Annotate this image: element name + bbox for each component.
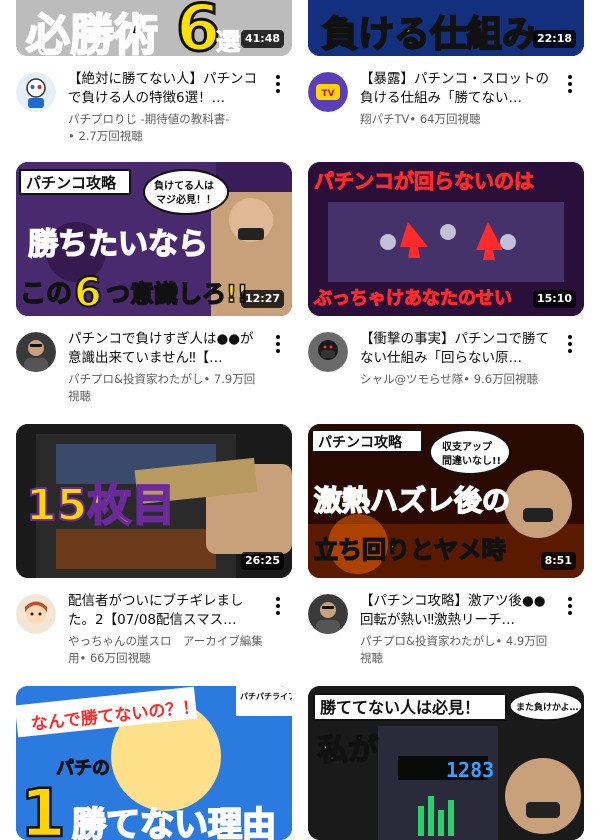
- view-count: • 9.6万回視聴: [463, 372, 539, 386]
- video-title[interactable]: 【衝撃の事実】パチンコで勝てない仕組み「回らない原…: [360, 330, 556, 368]
- thumb-text: 負ける仕組み: [322, 14, 538, 55]
- thumb-text: 15枚目: [26, 480, 175, 531]
- thumb-text: マジ必見！！: [156, 193, 216, 206]
- thumb-text: 収支アップ: [442, 440, 493, 453]
- video-thumbnail[interactable]: パチンコが回らないのは ぶっちゃけあなたのせい 15:10: [308, 162, 584, 316]
- video-card[interactable]: パチンコが回らないのは ぶっちゃけあなたのせい 15:10 【衝撃の事実】パチン…: [308, 162, 584, 416]
- anime-character-avatar-icon[interactable]: [16, 594, 56, 634]
- video-card[interactable]: 15枚目 26:25 配信者がついにブチギレました。2【07/08配信スマス… …: [16, 424, 292, 678]
- channel-label: 翔パチTV: [360, 112, 410, 126]
- video-title[interactable]: パチンコで負けすぎ人は●●が意識出来ていません‼【…: [68, 330, 264, 368]
- video-card[interactable]: 1283 勝ててない人は必見！ また負けかよ… 私が: [308, 686, 584, 840]
- thumb-text: 6: [74, 270, 102, 316]
- more-options-icon[interactable]: [560, 332, 580, 356]
- video-grid: 必勝術 6 選 41:48 【絶対に勝てない人】パチンコで負ける人の特徴6選！……: [0, 0, 600, 840]
- thumb-text: つ意識しろ!!: [106, 280, 248, 308]
- channel-name[interactable]: パチプロ&投資家わたがし• 4.9万回視聴: [360, 633, 556, 667]
- thumb-text: この: [20, 279, 72, 309]
- thumb-text: 勝てない理由: [72, 805, 276, 840]
- more-options-icon[interactable]: [560, 72, 580, 96]
- masked-person-avatar-icon[interactable]: [308, 332, 348, 372]
- video-title[interactable]: 【絶対に勝てない人】パチンコで負ける人の特徴6選！…: [68, 70, 264, 108]
- video-thumbnail[interactable]: パチンコ攻略 収支アップ 間違いなし!! 激熱ハズレ後の 立ち回りとヤメ時 8:…: [308, 424, 584, 578]
- robot-mascot-avatar-icon[interactable]: [16, 72, 56, 112]
- thumb-text: 激熱ハズレ後の: [314, 484, 510, 517]
- view-count: • 2.7万回視聴: [68, 129, 143, 143]
- duration-badge: 22:18: [532, 30, 576, 48]
- channel-label: パチプロ&投資家わたがし: [68, 372, 204, 386]
- video-thumbnail[interactable]: パチンコ攻略 負けてる人は マジ必見！！ 勝ちたいなら この 6 つ意識しろ!!…: [16, 162, 292, 316]
- thumb-text: 勝ちたいなら: [28, 227, 208, 262]
- thumb-text: 私が: [318, 733, 378, 768]
- thumb-text: 1283: [446, 758, 494, 782]
- thumb-text: ぶっちゃけあなたのせい: [313, 288, 512, 309]
- thumb-text: 6: [176, 0, 221, 56]
- channel-label: シャル@ツモらせ隊: [360, 372, 464, 386]
- video-title[interactable]: 【暴露】パチンコ・スロットの負ける仕組み「勝てない…: [360, 70, 556, 108]
- thumb-text: 必勝術: [26, 10, 158, 56]
- thumb-text: 間違いなし!!: [442, 454, 501, 467]
- video-thumbnail[interactable]: 負ける仕組み 22:18: [308, 0, 584, 56]
- tv-logo-avatar-icon[interactable]: TV: [308, 72, 348, 112]
- video-thumbnail[interactable]: 15枚目 26:25: [16, 424, 292, 578]
- thumbnail-art: パチパチライフ なんで勝てないの？！ パチの 1 勝てない理由: [16, 686, 292, 840]
- thumb-text: 1: [20, 775, 66, 840]
- thumb-text: 負けてる人は: [154, 179, 214, 192]
- video-card[interactable]: パチンコ攻略 収支アップ 間違いなし!! 激熱ハズレ後の 立ち回りとヤメ時 8:…: [308, 424, 584, 678]
- channel-name[interactable]: やっちゃんの崖スロ アーカイブ編集用• 66万回視聴: [68, 633, 264, 667]
- svg-text:TV: TV: [321, 89, 334, 99]
- video-thumbnail[interactable]: パチパチライフ なんで勝てないの？！ パチの 1 勝てない理由: [16, 686, 292, 840]
- more-options-icon[interactable]: [268, 72, 288, 96]
- duration-badge: 8:51: [540, 552, 576, 570]
- duration-badge: 15:10: [532, 290, 576, 308]
- thumb-text: パチンコが回らないのは: [314, 169, 534, 193]
- channel-name[interactable]: シャル@ツモらせ隊• 9.6万回視聴: [360, 371, 556, 388]
- more-options-icon[interactable]: [268, 594, 288, 618]
- video-title[interactable]: 配信者がついにブチギレました。2【07/08配信スマス…: [68, 592, 264, 630]
- video-card[interactable]: 必勝術 6 選 41:48 【絶対に勝てない人】パチンコで負ける人の特徴6選！……: [16, 0, 292, 156]
- view-count: • 66万回視聴: [79, 651, 151, 665]
- thumb-text: 立ち回りとヤメ時: [314, 536, 506, 564]
- duration-badge: 26:25: [240, 552, 284, 570]
- channel-name[interactable]: パチプロ&投資家わたがし• 7.9万回視聴: [68, 371, 264, 405]
- channel-label: パチプロ&投資家わたがし: [360, 634, 496, 648]
- duration-badge: 12:27: [240, 290, 284, 308]
- thumbnail-art: 1283 勝ててない人は必見！ また負けかよ… 私が: [308, 686, 584, 840]
- view-count: • 64万回視聴: [409, 112, 481, 126]
- channel-name[interactable]: 翔パチTV• 64万回視聴: [360, 111, 556, 128]
- person-avatar-icon[interactable]: [308, 594, 348, 634]
- video-card[interactable]: 負ける仕組み 22:18 TV 【暴露】パチンコ・スロットの負ける仕組み「勝てな…: [308, 0, 584, 156]
- channel-name[interactable]: パチプロりじ -期待値の教科書-: [68, 111, 264, 128]
- duration-badge: 41:48: [240, 30, 284, 48]
- thumb-text: パチンコ攻略: [318, 434, 403, 451]
- thumb-text: パチパチライフ: [240, 691, 292, 701]
- video-thumbnail[interactable]: 1283 勝ててない人は必見！ また負けかよ… 私が: [308, 686, 584, 840]
- more-options-icon[interactable]: [268, 332, 288, 356]
- thumb-text: 選: [216, 28, 240, 56]
- video-title[interactable]: 【パチンコ攻略】激アツ後●●回転が熱い‼激熱リーチ…: [360, 592, 556, 630]
- video-card[interactable]: パチパチライフ なんで勝てないの？！ パチの 1 勝てない理由: [16, 686, 292, 840]
- video-card[interactable]: パチンコ攻略 負けてる人は マジ必見！！ 勝ちたいなら この 6 つ意識しろ!!…: [16, 162, 292, 416]
- video-thumbnail[interactable]: 必勝術 6 選 41:48: [16, 0, 292, 56]
- person-avatar-icon[interactable]: [16, 332, 56, 372]
- thumb-text: パチンコ攻略: [26, 174, 117, 192]
- more-options-icon[interactable]: [560, 594, 580, 618]
- thumb-text: 勝ててない人は必見！: [320, 698, 480, 717]
- thumb-text: また負けかよ…: [516, 701, 579, 713]
